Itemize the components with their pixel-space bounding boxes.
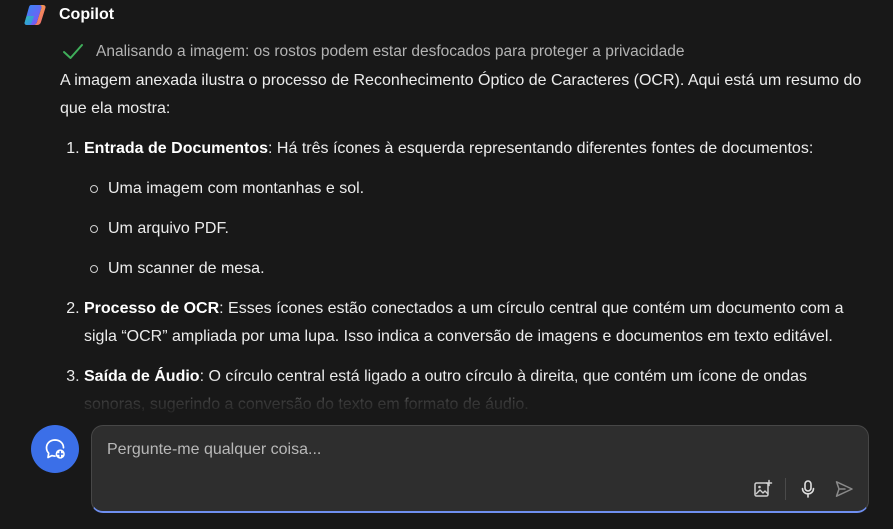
message-intro: A imagem anexada ilustra o processo de R… [60, 72, 862, 117]
add-image-icon [754, 479, 773, 497]
list-item: Processo de OCR: Esses ícones estão cone… [84, 295, 870, 351]
copilot-logo-icon [24, 5, 46, 25]
new-chat-button[interactable] [31, 425, 79, 473]
list-item-title: Processo de OCR [84, 300, 220, 317]
list-item: Entrada de Documentos: Há três ícones à … [84, 135, 870, 283]
chat-composer [91, 425, 869, 513]
send-icon [835, 481, 853, 497]
microphone-icon [801, 480, 815, 498]
scroll-fade [0, 378, 893, 422]
sub-list-item: Um arquivo PDF. [90, 215, 870, 243]
summary-list: Entrada de Documentos: Há três ícones à … [60, 135, 870, 419]
list-item-title: Entrada de Documentos [84, 140, 269, 157]
message-input[interactable] [107, 438, 747, 462]
app-title: Copilot [59, 6, 115, 23]
composer-tools [751, 477, 856, 501]
assistant-message: A imagem anexada ilustra o processo de R… [60, 67, 870, 431]
list-item-text: : Há três ícones à esquerda representand… [268, 140, 814, 157]
app-header: Copilot [24, 4, 114, 26]
toolbar-divider [785, 478, 786, 500]
send-button[interactable] [832, 477, 856, 501]
add-image-button[interactable] [751, 477, 775, 501]
sub-list: Uma imagem com montanhas e sol. Um arqui… [84, 175, 870, 283]
analysis-status: Analisando a imagem: os rostos podem est… [62, 42, 684, 62]
sub-list-item: Uma imagem com montanhas e sol. [90, 175, 870, 203]
check-icon [63, 44, 83, 59]
status-text: Analisando a imagem: os rostos podem est… [96, 43, 685, 60]
microphone-button[interactable] [796, 477, 820, 501]
new-chat-icon [45, 439, 65, 459]
sub-list-item: Um scanner de mesa. [90, 255, 870, 283]
